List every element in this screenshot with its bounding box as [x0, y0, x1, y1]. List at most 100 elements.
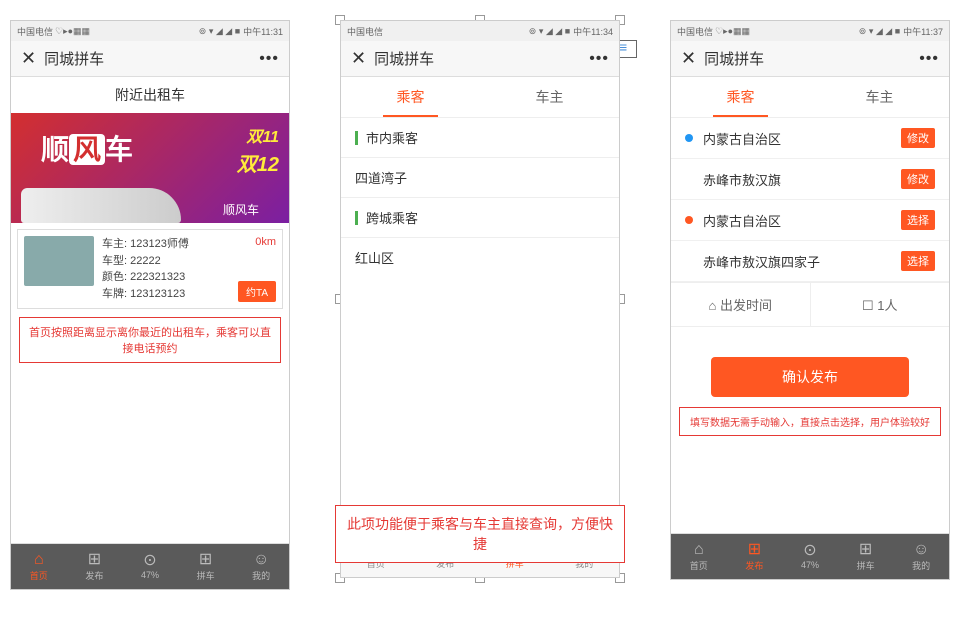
- tab-passenger[interactable]: 乘客: [341, 77, 480, 117]
- location-row[interactable]: 赤峰市敖汉旗四家子选择: [671, 241, 949, 282]
- home-icon: ⌂: [694, 542, 704, 558]
- user-icon: ☺: [253, 552, 269, 568]
- car-plate: 123123123: [130, 288, 185, 300]
- submit-button[interactable]: 确认发布: [711, 357, 909, 397]
- location-row[interactable]: 内蒙古自治区修改: [671, 118, 949, 159]
- status-time: 中午11:37: [903, 25, 943, 38]
- book-button[interactable]: 约TA: [238, 281, 276, 302]
- nav-bar: ✕ 同城拼车 •••: [671, 41, 949, 77]
- list-header: 市内乘客: [341, 118, 619, 158]
- dot-icon: [685, 216, 693, 224]
- more-icon[interactable]: •••: [919, 50, 939, 68]
- car-icon: ⊞: [199, 552, 212, 568]
- car-icon: ⊞: [859, 542, 872, 558]
- nav-title: 同城拼车: [44, 48, 259, 69]
- status-time: 中午11:34: [573, 25, 613, 38]
- annotation-box: 首页按照距离显示离你最近的出租车，乘客可以直接电话预约: [19, 317, 281, 363]
- option-row: ⌂ 出发时间 ☐ 1人: [671, 282, 949, 327]
- list-header: 跨城乘客: [341, 198, 619, 238]
- signal-icons: ⊚ ▾ ◢ ◢ ■: [199, 26, 240, 37]
- indicator-icon: [355, 211, 358, 225]
- nav-mine[interactable]: ☺我的: [233, 544, 289, 589]
- modify-button[interactable]: 修改: [901, 128, 935, 148]
- tabs: 乘客 车主: [671, 77, 949, 118]
- location-row[interactable]: 内蒙古自治区选择: [671, 200, 949, 241]
- select-button[interactable]: 选择: [901, 210, 935, 230]
- banner-text: 顺: [41, 134, 69, 165]
- home-icon: ⌂: [34, 552, 44, 568]
- car-color: 222321323: [130, 271, 185, 283]
- section-title: 附近出租车: [11, 77, 289, 113]
- nav-publish[interactable]: ⊞发布: [67, 544, 123, 589]
- tab-passenger[interactable]: 乘客: [671, 77, 810, 117]
- more-icon[interactable]: •••: [259, 50, 279, 68]
- close-icon[interactable]: ✕: [351, 48, 366, 69]
- nav-percent[interactable]: ⊙47%: [122, 544, 178, 589]
- banner-d11: 双11: [246, 123, 279, 147]
- select-button[interactable]: 选择: [901, 251, 935, 271]
- signal-icons: ⊚ ▾ ◢ ◢ ■: [529, 26, 570, 37]
- nav-carpool[interactable]: ⊞拼车: [838, 534, 894, 579]
- distance: 0km: [255, 236, 276, 248]
- chat-icon: ☐: [862, 298, 874, 313]
- close-icon[interactable]: ✕: [681, 48, 696, 69]
- nav-publish[interactable]: ⊞发布: [727, 534, 783, 579]
- home-icon: ⌂: [709, 298, 717, 313]
- tabs: 乘客 车主: [341, 77, 619, 118]
- depart-time-button[interactable]: ⌂ 出发时间: [671, 283, 811, 326]
- train-graphic: [21, 188, 181, 223]
- indicator-icon: [355, 131, 358, 145]
- user-icon: ☺: [913, 542, 929, 558]
- nav-mine[interactable]: ☺我的: [893, 534, 949, 579]
- banner-sub: 顺风车: [223, 201, 259, 218]
- annotation-box: 填写数据无需手动输入，直接点击选择，用户体验较好: [679, 407, 941, 436]
- driver-name: 123123师傅: [130, 238, 189, 250]
- list-item[interactable]: 四道湾子: [341, 158, 619, 198]
- people-button[interactable]: ☐ 1人: [811, 283, 950, 326]
- tab-owner[interactable]: 车主: [480, 77, 619, 117]
- carrier: 中国电信: [17, 25, 53, 38]
- carrier: 中国电信: [677, 25, 713, 38]
- status-bar: 中国电信 ♡▸●▦▦ ⊚ ▾ ◢ ◢ ■ 中午11:37: [671, 21, 949, 41]
- status-time: 中午11:31: [243, 25, 283, 38]
- modify-button[interactable]: 修改: [901, 169, 935, 189]
- carrier: 中国电信: [347, 25, 383, 38]
- dot-icon: [685, 134, 693, 142]
- location-row[interactable]: 赤峰市敖汉旗修改: [671, 159, 949, 200]
- driver-card[interactable]: 车主: 123123师傅 车型: 22222 颜色: 222321323 车牌:…: [17, 229, 283, 309]
- nav-title: 同城拼车: [374, 48, 589, 69]
- nav-bar: ✕ 同城拼车 •••: [341, 41, 619, 77]
- status-bar: 中国电信 ⊚ ▾ ◢ ◢ ■ 中午11:34: [341, 21, 619, 41]
- promo-banner[interactable]: 顺风车 双11 双12 顺风车: [11, 113, 289, 223]
- driver-photo: [24, 236, 94, 286]
- phone-screenshot-1: 中国电信 ♡▸●▦▦ ⊚ ▾ ◢ ◢ ■ 中午11:31 ✕ 同城拼车 ••• …: [10, 20, 290, 590]
- list-item[interactable]: 红山区: [341, 238, 619, 268]
- plus-icon: ⊞: [88, 552, 101, 568]
- search-icon: ⊙: [143, 553, 156, 569]
- annotation-box: 此项功能便于乘客与车主直接查询，方便快捷: [335, 505, 625, 563]
- signal-icons: ⊚ ▾ ◢ ◢ ■: [859, 26, 900, 37]
- nav-percent[interactable]: ⊙47%: [782, 534, 838, 579]
- nav-bar: ✕ 同城拼车 •••: [11, 41, 289, 77]
- plus-icon: ⊞: [748, 542, 761, 558]
- status-bar: 中国电信 ♡▸●▦▦ ⊚ ▾ ◢ ◢ ■ 中午11:31: [11, 21, 289, 41]
- banner-text: 风: [69, 134, 105, 165]
- more-icon[interactable]: •••: [589, 50, 609, 68]
- nav-home[interactable]: ⌂首页: [11, 544, 67, 589]
- nav-carpool[interactable]: ⊞拼车: [178, 544, 234, 589]
- status-icons: ♡▸●▦▦: [715, 26, 750, 37]
- tab-owner[interactable]: 车主: [810, 77, 949, 117]
- nav-home[interactable]: ⌂首页: [671, 534, 727, 579]
- bottom-nav: ⌂首页 ⊞发布 ⊙47% ⊞拼车 ☺我的: [671, 533, 949, 579]
- phone-screenshot-2: 中国电信 ⊚ ▾ ◢ ◢ ■ 中午11:34 ✕ 同城拼车 ••• 乘客 车主 …: [340, 20, 620, 578]
- bottom-nav: ⌂首页 ⊞发布 ⊙47% ⊞拼车 ☺我的: [11, 543, 289, 589]
- banner-text: 车: [105, 134, 133, 165]
- search-icon: ⊙: [803, 543, 816, 559]
- status-icons: ♡▸●▦▦: [55, 26, 90, 37]
- car-model: 22222: [130, 255, 161, 267]
- phone-screenshot-3: 中国电信 ♡▸●▦▦ ⊚ ▾ ◢ ◢ ■ 中午11:37 ✕ 同城拼车 ••• …: [670, 20, 950, 580]
- driver-info: 车主: 123123师傅 车型: 22222 颜色: 222321323 车牌:…: [102, 236, 230, 302]
- close-icon[interactable]: ✕: [21, 48, 36, 69]
- nav-title: 同城拼车: [704, 48, 919, 69]
- banner-d12: 双12: [237, 148, 279, 177]
